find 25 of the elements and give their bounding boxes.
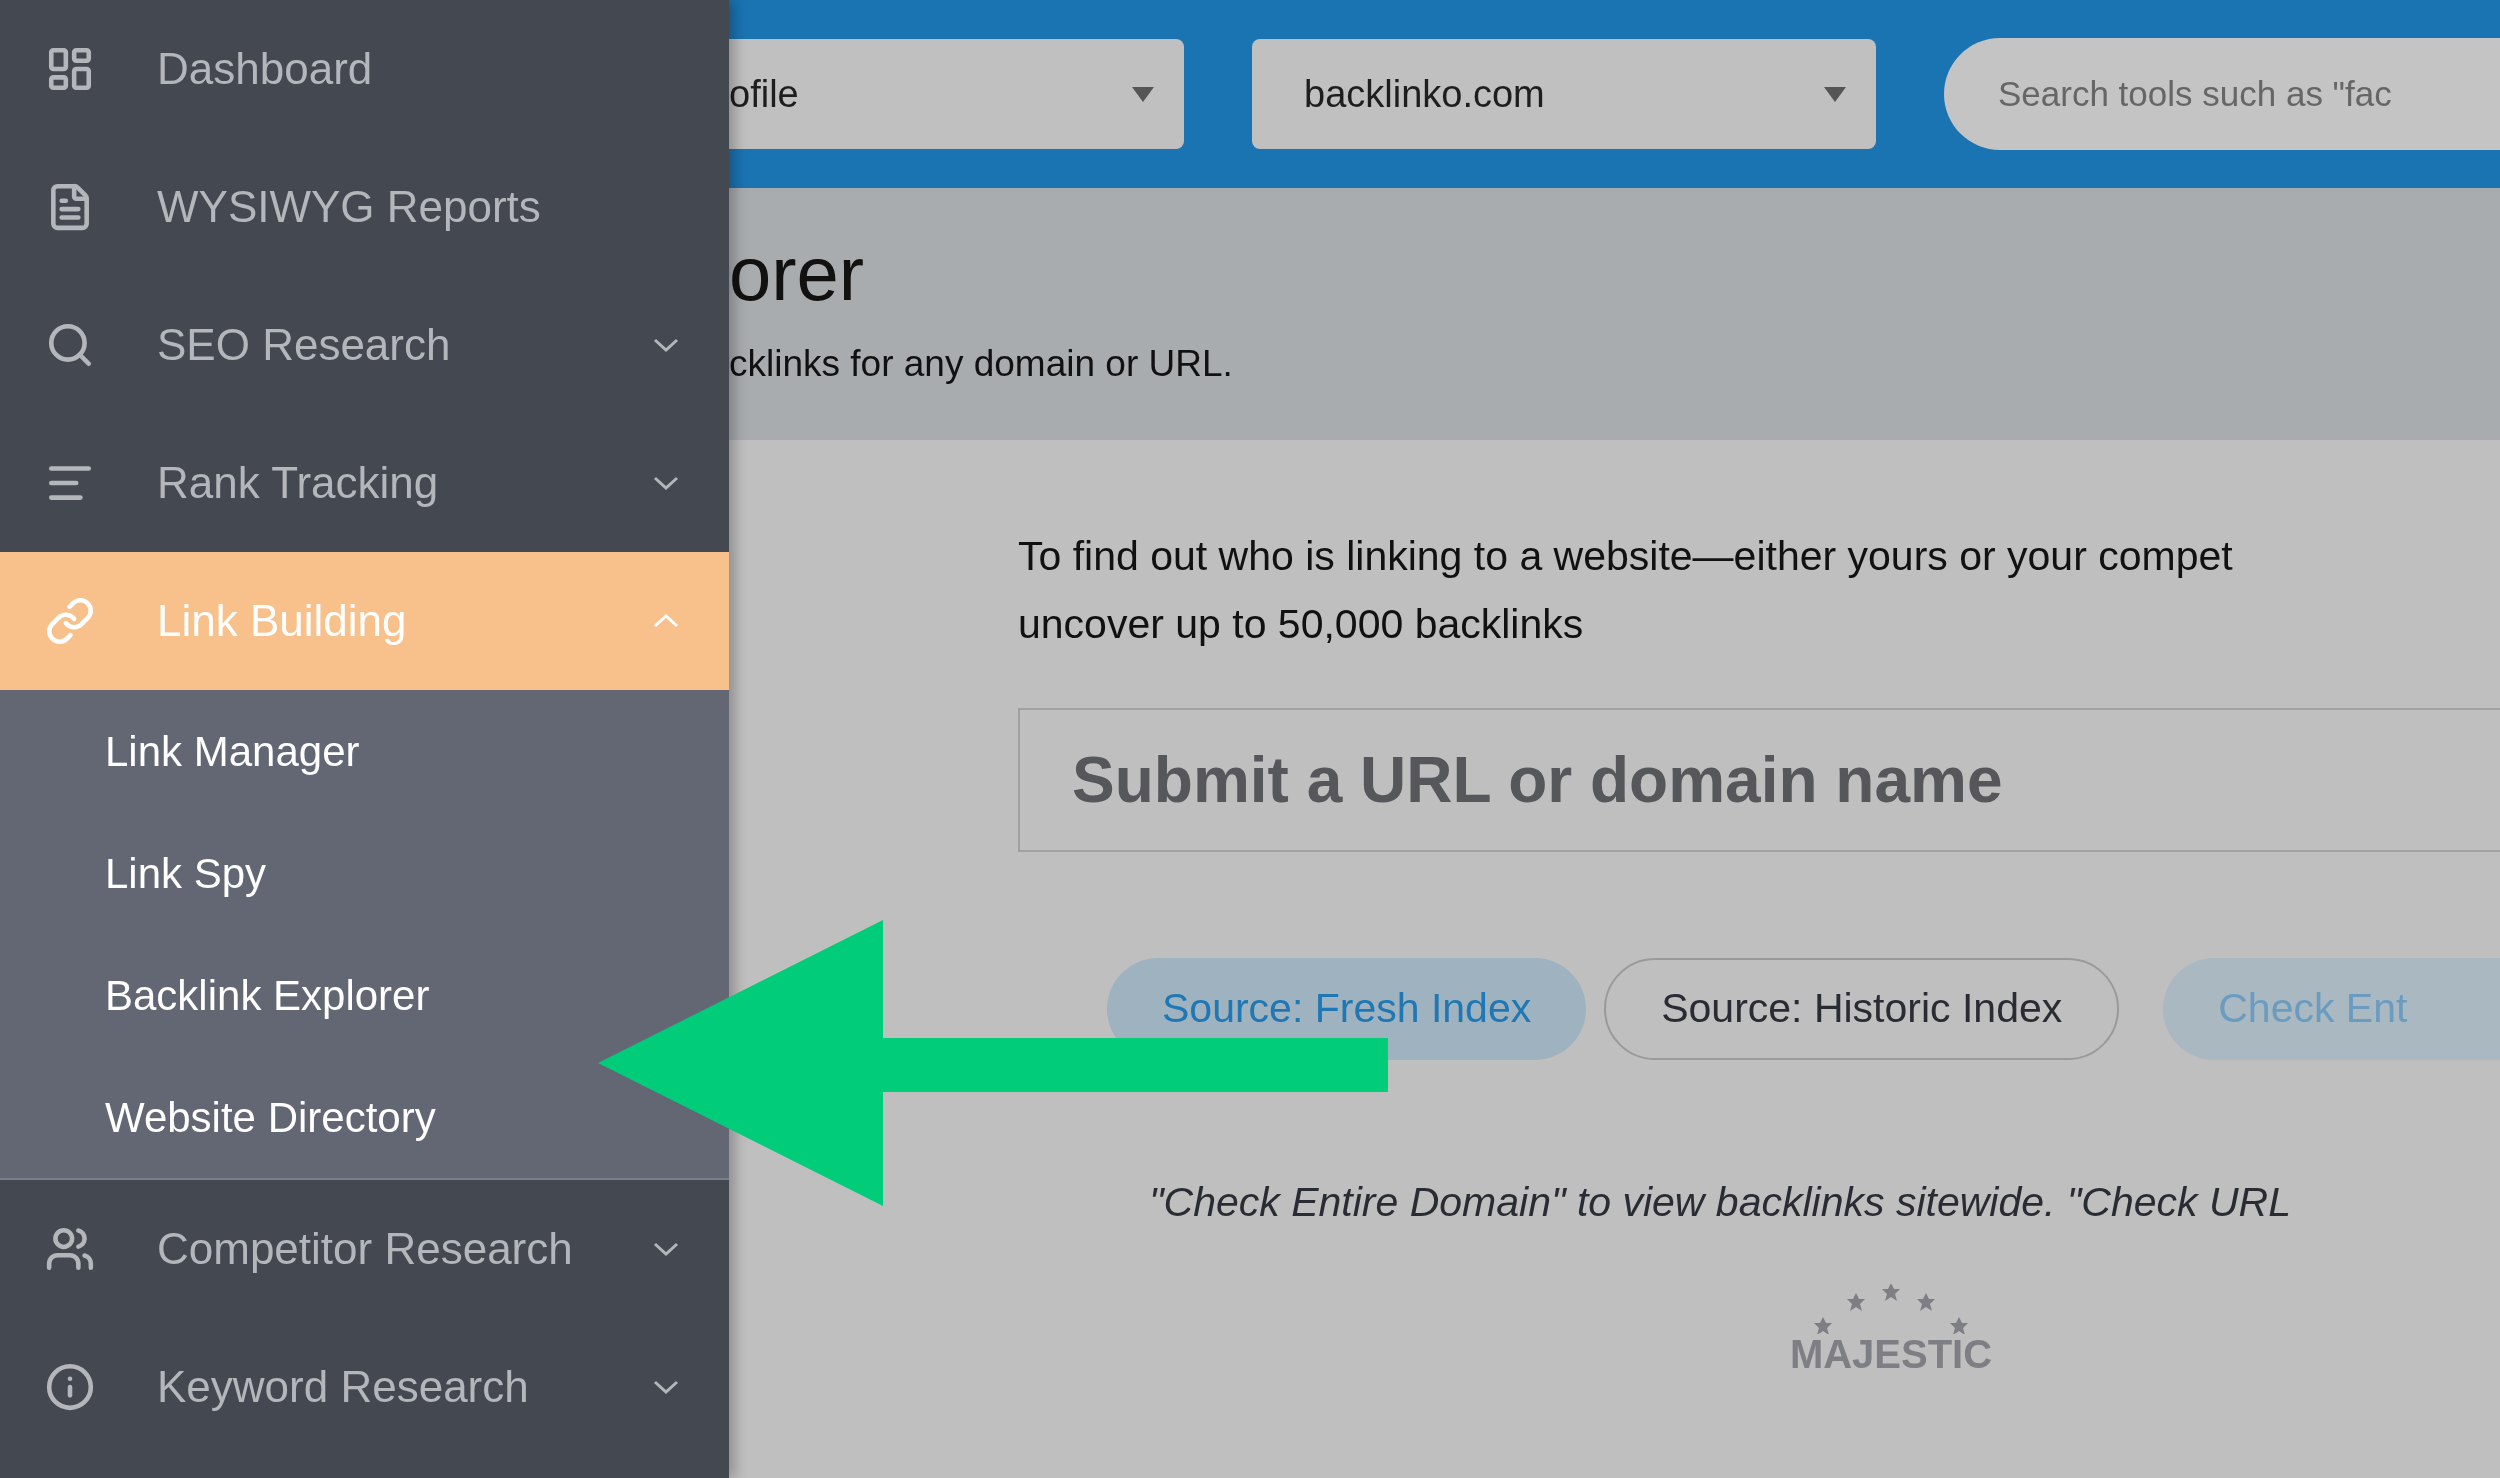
sidebar-item[interactable]: Competitor Research	[0, 1180, 729, 1318]
search-field[interactable]: Search tools such as "fac	[1944, 38, 2500, 150]
profile-dropdown[interactable]: ofile	[729, 39, 1184, 149]
submenu-item[interactable]: Link Spy	[105, 841, 267, 905]
submenu-item[interactable]: Website Directory	[105, 1085, 436, 1149]
intro-text: uncover up to 50,000 backlinks	[1018, 600, 1585, 649]
info-icon	[45, 1362, 95, 1412]
sidebar-item[interactable]: SEO Research	[0, 276, 729, 414]
submenu-item[interactable]: Link Manager	[105, 719, 360, 783]
sidebar-item[interactable]: Keyword Research	[0, 1318, 729, 1456]
page-subtitle: cklinks for any domain or URL.	[729, 342, 1234, 387]
majestic-logo: MAJESTIC	[1786, 1283, 1996, 1374]
sidebar-item[interactable]: Rank Tracking	[0, 414, 729, 552]
page-title: orer	[729, 236, 866, 313]
caret-icon	[1824, 86, 1846, 102]
link-icon	[45, 596, 95, 646]
domain-dropdown[interactable]: backlinko.com	[1252, 39, 1876, 149]
sidebar-item[interactable]: WYSIWYG Reports	[0, 138, 729, 276]
sidebar-item[interactable]: Dashboard	[0, 0, 729, 138]
caret-icon	[1132, 86, 1154, 102]
source-button[interactable]: Source: Historic Index	[1604, 958, 2120, 1060]
intro-text: To find out who is linking to a website—either yours or your compet	[1018, 532, 2234, 581]
url-field[interactable]: Submit a URL or domain name	[1018, 708, 2500, 852]
submenu-item[interactable]: Backlink Explorer	[105, 963, 430, 1027]
hint-text: "Check Entire Domain" to view backlinks sitewide. "Check URL	[1149, 1178, 2292, 1227]
